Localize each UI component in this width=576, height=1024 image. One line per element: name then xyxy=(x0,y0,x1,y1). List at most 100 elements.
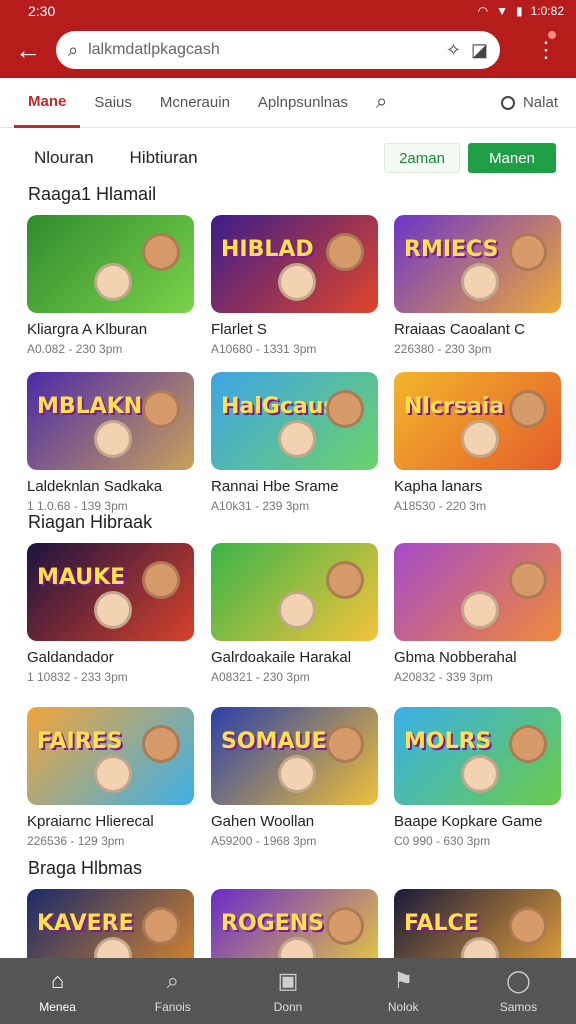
thumbnail-logo: KAVERE xyxy=(37,911,134,936)
game-title: Baape Kopkare Game xyxy=(394,813,543,830)
nav-profile[interactable]: ◯ Samos xyxy=(461,958,576,1024)
game-card[interactable]: Gbma Nobberahal A20832 - 339 3pm xyxy=(394,543,561,684)
game-card[interactable]: SOMAUE Gahen Woollan A59200 - 1968 3pm xyxy=(211,707,378,848)
tab-bar: Mane Saius Mcnerauin Aplnpsunlnas ⌕ Nala… xyxy=(0,78,576,128)
character-avatar xyxy=(94,263,132,301)
character-avatar xyxy=(509,233,547,271)
game-meta: 226536 - 129 3pm xyxy=(27,834,125,848)
game-card[interactable]: MAUKE Galdandador 1 10832 - 233 3pm xyxy=(27,543,194,684)
nav-library[interactable]: ▣ Donn xyxy=(230,958,345,1024)
game-title: Laldeknlan Sadkaka xyxy=(27,478,163,495)
tab-mcnerauin[interactable]: Mcnerauin xyxy=(146,78,244,128)
game-card[interactable]: Galrdoakaile Harakal A08321 - 230 3pm xyxy=(211,543,378,684)
nav-home-label: Menea xyxy=(39,1000,76,1014)
game-meta: 226380 - 230 3pm xyxy=(394,342,492,356)
character-avatar xyxy=(326,233,364,271)
character-avatar xyxy=(509,725,547,763)
character-avatar xyxy=(326,725,364,763)
tab-saius[interactable]: Saius xyxy=(80,78,146,128)
character-avatar xyxy=(461,420,499,458)
thumbnail-logo: MAUKE xyxy=(37,565,126,590)
filter-row: Nlouran Hibtiuran 2aman Manen xyxy=(0,140,576,176)
character-avatar xyxy=(461,755,499,793)
game-card[interactable]: HalGcaus Rannai Hbe Srame A10k31 - 239 3pm xyxy=(211,372,378,513)
game-thumbnail: HIBLAD xyxy=(211,215,378,313)
wifi-icon: ◠ xyxy=(477,4,489,18)
character-avatar xyxy=(94,755,132,793)
tab-search-icon[interactable]: ⌕ xyxy=(362,91,401,114)
game-thumbnail: MBLAKN xyxy=(27,372,194,470)
search-box[interactable]: ⌕ ✧ ◪ xyxy=(56,31,500,69)
character-avatar xyxy=(94,420,132,458)
tab-nalat[interactable]: Nalat xyxy=(500,94,558,111)
filter-pill-2aman[interactable]: 2aman xyxy=(384,143,460,173)
circle-icon xyxy=(500,95,515,110)
game-meta: 1 10832 - 233 3pm xyxy=(27,670,128,684)
character-avatar xyxy=(326,561,364,599)
nav-profile-label: Samos xyxy=(499,1000,538,1014)
game-meta: A10k31 - 239 3pm xyxy=(211,499,310,513)
game-meta: A08321 - 230 3pm xyxy=(211,670,310,684)
sparkle-icon[interactable]: ✧ xyxy=(446,40,461,61)
game-card[interactable]: RMIECS Rraiaas Caoalant C 226380 - 230 3pm xyxy=(394,215,561,356)
battery-icon: ▮ xyxy=(516,4,523,18)
edit-icon[interactable]: ◪ xyxy=(471,40,488,61)
game-card[interactable]: Kliargra A Klburan A0.082 - 230 3pm xyxy=(27,215,194,356)
more-options-icon[interactable]: ⋮ xyxy=(526,31,566,63)
nav-search[interactable]: ⌕ Fanois xyxy=(115,958,230,1024)
bottom-navigation: ⌂ Menea ⌕ Fanois ▣ Donn ⚑ Nolok ◯ Samos xyxy=(0,958,576,1024)
character-avatar xyxy=(278,263,316,301)
nav-library-label: Donn xyxy=(273,1000,303,1014)
game-meta: A20832 - 339 3pm xyxy=(394,670,493,684)
game-thumbnail: FAIRES xyxy=(27,707,194,805)
game-meta: 1 1.0.68 - 139 3pm xyxy=(27,499,128,513)
status-bar: 2:30 ◠ ▼ ▮ 1:0:82 xyxy=(0,0,576,22)
game-card[interactable]: MOLRS Baape Kopkare Game C0 990 - 630 3pm xyxy=(394,707,561,848)
filter-nlouran[interactable]: Nlouran xyxy=(34,148,94,168)
nav-home[interactable]: ⌂ Menea xyxy=(0,958,115,1024)
filter-hibtiuran[interactable]: Hibtiuran xyxy=(130,148,198,168)
thumbnail-logo: MOLRS xyxy=(404,729,492,754)
game-title: Gahen Woollan xyxy=(211,813,315,830)
thumbnail-logo: FALCE xyxy=(404,911,479,936)
profile-icon: ◯ xyxy=(506,968,531,993)
back-arrow-icon[interactable]: ← xyxy=(0,22,56,78)
game-card[interactable]: FAIRES Kpraiarnc Hlierecal 226536 - 129 3p… xyxy=(27,707,194,848)
character-avatar xyxy=(142,561,180,599)
game-card[interactable]: HIBLAD Flarlet S A10680 - 1331 3pm xyxy=(211,215,378,356)
tab-aplnpsunlnas[interactable]: Aplnpsunlnas xyxy=(244,78,362,128)
game-thumbnail: Nlcrsaia xyxy=(394,372,561,470)
character-avatar xyxy=(461,263,499,301)
game-thumbnail: RMIECS xyxy=(394,215,561,313)
status-time: 2:30 xyxy=(28,3,56,19)
game-thumbnail xyxy=(27,215,194,313)
game-title: Gbma Nobberahal xyxy=(394,649,517,666)
game-meta: A18530 - 220 3m xyxy=(394,499,487,513)
signal-icon: ▼ xyxy=(496,4,509,18)
character-avatar xyxy=(278,420,316,458)
game-title: Kpraiarnc Hlierecal xyxy=(27,813,154,830)
game-meta: A0.082 - 230 3pm xyxy=(27,342,123,356)
character-avatar xyxy=(509,561,547,599)
game-title: Flarlet S xyxy=(211,321,267,338)
tab-mane[interactable]: Mane xyxy=(14,78,81,128)
section-title: Braga Hlbmas xyxy=(28,858,143,878)
character-avatar xyxy=(278,591,316,629)
thumbnail-logo: MBLAKN xyxy=(37,394,143,419)
game-card[interactable]: MBLAKN Laldeknlan Sadkaka 1 1.0.68 - 139 3… xyxy=(27,372,194,513)
filter-pill-manen[interactable]: Manen xyxy=(468,143,556,173)
section-title: Raaga1 Hlamail xyxy=(28,184,157,204)
search-icon: ⌕ xyxy=(166,968,179,993)
character-avatar xyxy=(142,390,180,428)
nav-notes-label: Nolok xyxy=(387,1000,419,1014)
search-input[interactable] xyxy=(88,41,436,59)
game-title: Rannai Hbe Srame xyxy=(211,478,339,495)
nav-notes[interactable]: ⚑ Nolok xyxy=(346,958,461,1024)
game-card[interactable]: Nlcrsaia Kapha lanars A18530 - 220 3m xyxy=(394,372,561,513)
game-meta: A10680 - 1331 3pm xyxy=(211,342,317,356)
game-meta: A59200 - 1968 3pm xyxy=(211,834,317,848)
tab-nalat-label: Nalat xyxy=(522,94,558,111)
game-thumbnail xyxy=(394,543,561,641)
game-title: Galdandador xyxy=(27,649,114,666)
game-meta: C0 990 - 630 3pm xyxy=(394,834,491,848)
